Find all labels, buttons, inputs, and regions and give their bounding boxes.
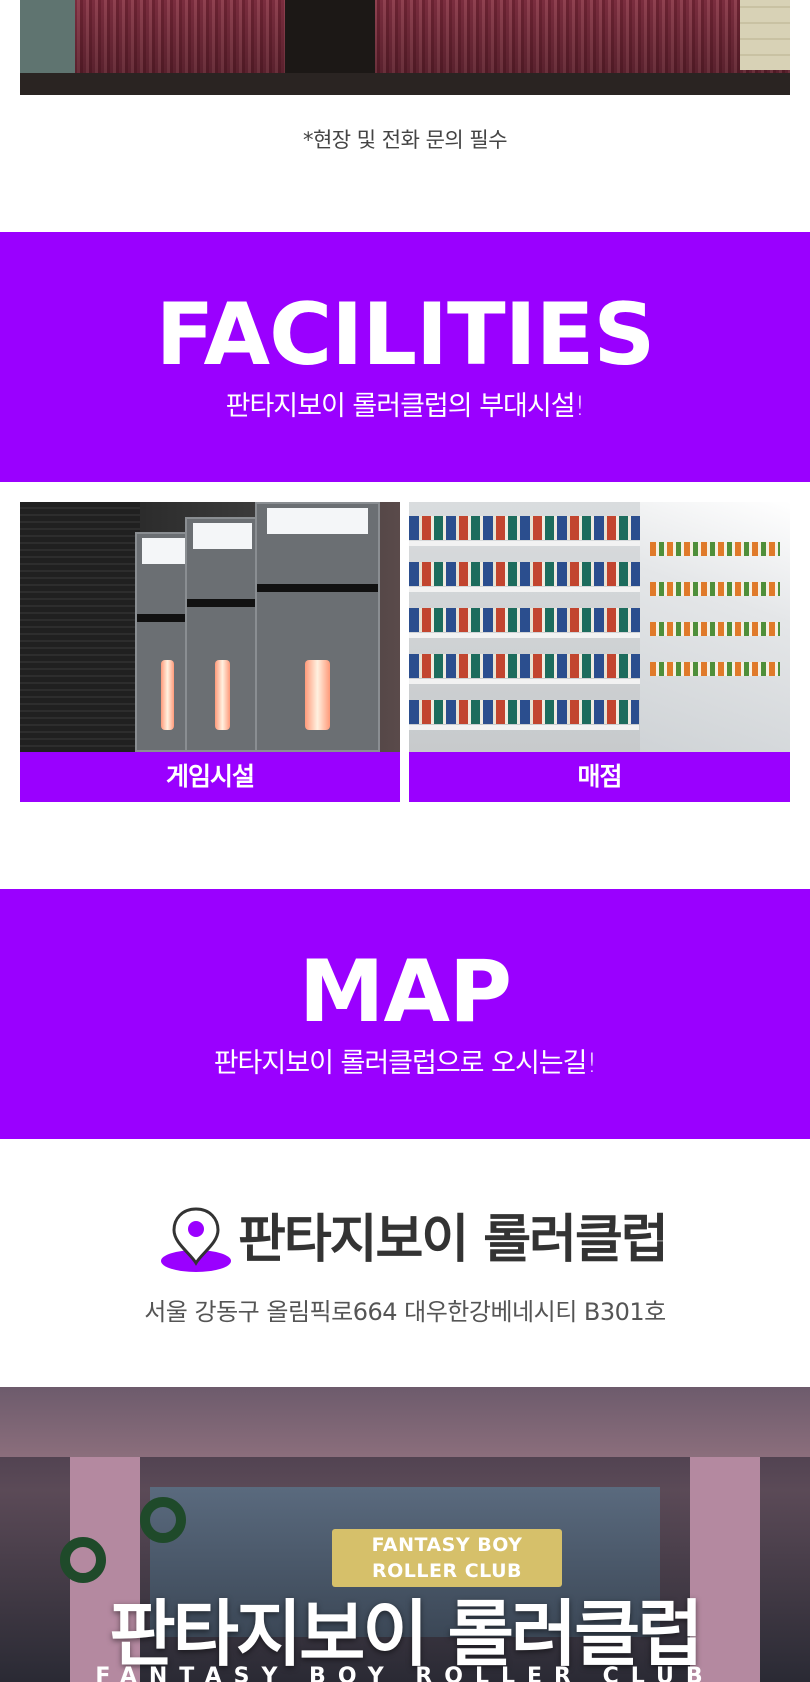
arcade-cabinet (185, 517, 260, 752)
inquiry-notice: *현장 및 전화 문의 필수 (302, 128, 508, 152)
map-pin-icon (160, 1205, 232, 1273)
facility-caption-game: 게임시설 (20, 752, 400, 802)
roller-club-hero-photo: FANTASY BOY ROLLER CLUB 판타지보이 롤러클럽 FANTA… (0, 1387, 810, 1682)
facility-tile-shop: 매점 (409, 502, 790, 802)
location-address: 서울 강동구 올림픽로664 대우한강베네시티 B301호 (144, 1298, 666, 1326)
hero-subtitle: FANTASY BOY ROLLER CLUB (95, 1664, 715, 1682)
shutter-door (20, 502, 140, 752)
snack-shop-photo (409, 502, 790, 752)
map-subtitle: 판타지보이 롤러클럽으로 오시는길! (213, 1048, 598, 1079)
location-name: 판타지보이 롤러클럽 (238, 1210, 669, 1270)
facility-tile-game: 게임시설 (20, 502, 400, 802)
facilities-title: FACILITIES (155, 285, 656, 385)
facility-caption-shop: 매점 (409, 752, 790, 802)
wreath-decoration (140, 1497, 186, 1543)
map-banner: MAP 판타지보이 롤러클럽으로 오시는길! (0, 889, 810, 1139)
sign-line-1: FANTASY BOY (371, 1534, 523, 1556)
refrigerated-shelf (640, 502, 790, 752)
arcade-cabinet (255, 502, 380, 752)
lounge-photo (20, 0, 790, 95)
lounge-brick-wall (740, 0, 790, 70)
facilities-subtitle: 판타지보이 롤러클럽의 부대시설! (225, 391, 586, 422)
game-facility-photo (20, 502, 400, 752)
facilities-banner: FACILITIES 판타지보이 롤러클럽의 부대시설! (0, 232, 810, 482)
rink-ceiling (0, 1387, 810, 1457)
map-title: MAP (298, 942, 512, 1042)
lounge-floor (20, 73, 790, 95)
